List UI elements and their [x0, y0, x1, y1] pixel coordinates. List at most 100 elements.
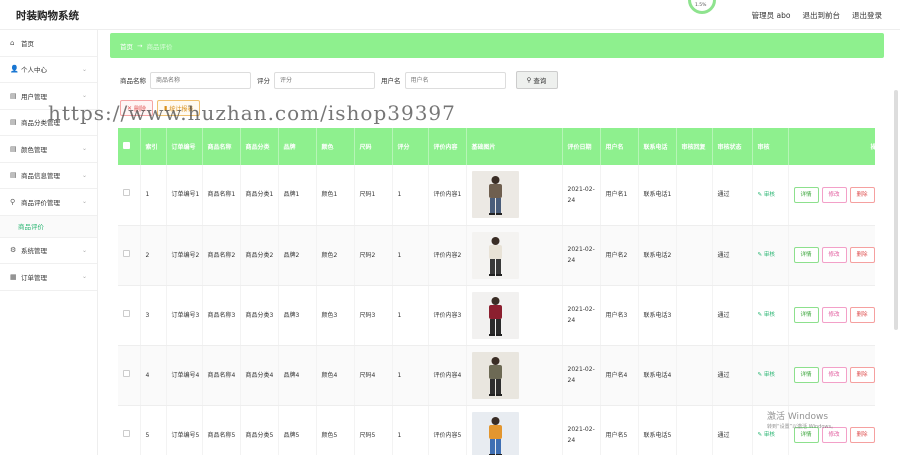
sidebar-item-user[interactable]: 👤 个人中心 ⌄: [0, 57, 97, 83]
column-header: 品牌: [278, 128, 317, 165]
cell-image: [466, 225, 563, 286]
sidebar-item-category[interactable]: ▤ 商品分类管理 ⌄: [0, 110, 97, 136]
audit-link[interactable]: ✎ 审核: [758, 372, 775, 378]
chevron-down-icon: ⌄: [81, 273, 87, 280]
sidebar-item-system[interactable]: ⚙ 系统管理 ⌄: [0, 238, 97, 264]
sidebar-subitem-reviews[interactable]: 商品评价: [0, 215, 97, 238]
score-input[interactable]: [274, 71, 375, 89]
cell-status: 通过: [712, 345, 753, 406]
sidebar-item-review[interactable]: ⚲ 商品评价管理 ⌄: [0, 189, 97, 216]
cell-user: 用户名1: [600, 165, 639, 226]
cell-order: 订单编号5: [166, 405, 203, 455]
batch-delete-label: 删除: [134, 105, 147, 113]
audit-link[interactable]: ✎ 审核: [758, 192, 775, 198]
sidebar-item-order[interactable]: ▦ 订单管理 ⌄: [0, 264, 97, 291]
cell-size: 尺码3: [354, 285, 393, 346]
edit-button[interactable]: 修改: [821, 186, 847, 203]
cell-size: 尺码5: [354, 405, 393, 455]
column-header: 颜色: [316, 128, 355, 165]
cell-audit: ✎ 审核: [752, 345, 789, 406]
cell-category: 商品分类3: [240, 285, 279, 346]
sidebar-item-color[interactable]: ▤ 颜色管理 ⌄: [0, 136, 97, 163]
stats-report-button[interactable]: ▮ 统计报表: [157, 100, 201, 116]
edit-button[interactable]: 修改: [821, 247, 847, 263]
row-checkbox[interactable]: [123, 309, 130, 317]
row-select-cell[interactable]: [118, 165, 141, 226]
sidebar-item-label: 首页: [21, 39, 34, 48]
cell-order: 订单编号1: [166, 165, 203, 226]
column-header: 用户名: [600, 128, 639, 165]
sidebar-item-product[interactable]: ▤ 商品信息管理 ⌄: [0, 163, 97, 189]
edit-pen-icon: ✎: [757, 372, 763, 378]
filter-bar: 商品名称 评分 用户名 ⚲ 查询: [120, 71, 558, 89]
table-row: 5 订单编号5 商品名称5 商品分类5 品牌5 颜色5 尺码5 1 评价内容5 2021-02-2…: [118, 405, 875, 455]
username-input[interactable]: [404, 71, 506, 89]
cell-user: 用户名3: [600, 285, 639, 346]
cell-operations: 详情 修改 删除: [788, 225, 875, 286]
detail-button[interactable]: 详情: [793, 307, 819, 323]
table-row: 3 订单编号3 商品名称3 商品分类3 品牌3 颜色3 尺码3 1 评价内容3 2021-02-2…: [118, 285, 875, 346]
search-button[interactable]: ⚲ 查询: [515, 71, 558, 89]
column-header: 商品分类: [240, 128, 279, 165]
cell-audit: ✎ 审核: [752, 225, 789, 286]
detail-button[interactable]: 详情: [793, 367, 819, 383]
select-all-header[interactable]: [118, 128, 141, 165]
audit-link[interactable]: ✎ 审核: [758, 312, 775, 318]
delete-button[interactable]: 删除: [849, 367, 875, 383]
row-select-cell[interactable]: [118, 285, 141, 346]
product-thumbnail: [471, 171, 519, 219]
cell-status: 通过: [712, 285, 753, 346]
audit-label: 审核: [763, 312, 775, 318]
delete-button[interactable]: 删除: [849, 427, 875, 443]
cell-brand: 品牌5: [278, 405, 317, 455]
row-select-cell[interactable]: [118, 345, 141, 406]
review-icon: ⚲: [10, 197, 16, 206]
edit-button[interactable]: 修改: [821, 367, 847, 383]
row-select-cell[interactable]: [118, 405, 141, 455]
audit-label: 审核: [763, 252, 775, 258]
column-header: 评分: [392, 128, 429, 165]
cell-content: 评价内容2: [428, 225, 467, 286]
cell-index: 2: [140, 225, 167, 286]
home-icon: ⌂: [10, 38, 15, 47]
row-checkbox[interactable]: [123, 369, 130, 377]
batch-delete-button[interactable]: ✕ 删除: [120, 100, 154, 116]
breadcrumb: 首页 → 商品评价: [110, 33, 884, 58]
cell-image: [466, 165, 563, 226]
logout-link[interactable]: 退出登录: [852, 10, 882, 21]
cell-content: 评价内容4: [428, 345, 467, 406]
sidebar-item-label: 商品信息管理: [21, 172, 60, 181]
delete-button[interactable]: 删除: [849, 186, 875, 203]
action-row: ✕ 删除 ▮ 统计报表: [120, 100, 201, 116]
row-select-cell[interactable]: [118, 225, 141, 286]
column-header: 评价日期: [562, 128, 601, 165]
cell-phone: 联系电话4: [638, 345, 677, 406]
cell-image: [466, 345, 563, 406]
sidebar-item-home[interactable]: ⌂ 首页: [0, 30, 97, 57]
cell-score: 1: [392, 345, 429, 406]
delete-button[interactable]: 删除: [849, 307, 875, 323]
edit-button[interactable]: 修改: [821, 307, 847, 323]
product-name-input[interactable]: [150, 71, 251, 89]
delete-button[interactable]: 删除: [849, 247, 875, 263]
row-checkbox[interactable]: [123, 429, 130, 437]
row-checkbox[interactable]: [123, 249, 130, 257]
search-icon: ⚲: [526, 76, 532, 84]
vertical-scrollbar[interactable]: [894, 90, 898, 330]
edit-pen-icon: ✎: [757, 312, 763, 318]
cell-name: 商品名称3: [202, 285, 241, 346]
sidebar-item-users[interactable]: ▤ 用户管理 ⌄: [0, 83, 97, 110]
column-header: 基础图片: [466, 128, 563, 165]
detail-button[interactable]: 详情: [793, 247, 819, 263]
select-all-checkbox[interactable]: [123, 142, 130, 149]
cell-date: 2021-02-24: [562, 285, 601, 346]
cell-score: 1: [392, 285, 429, 346]
back-to-front-link[interactable]: 退出到前台: [803, 10, 841, 21]
detail-button[interactable]: 详情: [793, 186, 819, 203]
color-icon: ▤: [10, 144, 17, 153]
breadcrumb-home[interactable]: 首页: [120, 41, 133, 51]
badge-text: 1.5%: [695, 3, 707, 8]
audit-link[interactable]: ✎ 审核: [758, 432, 775, 438]
row-checkbox[interactable]: [123, 189, 130, 197]
audit-link[interactable]: ✎ 审核: [758, 252, 775, 258]
